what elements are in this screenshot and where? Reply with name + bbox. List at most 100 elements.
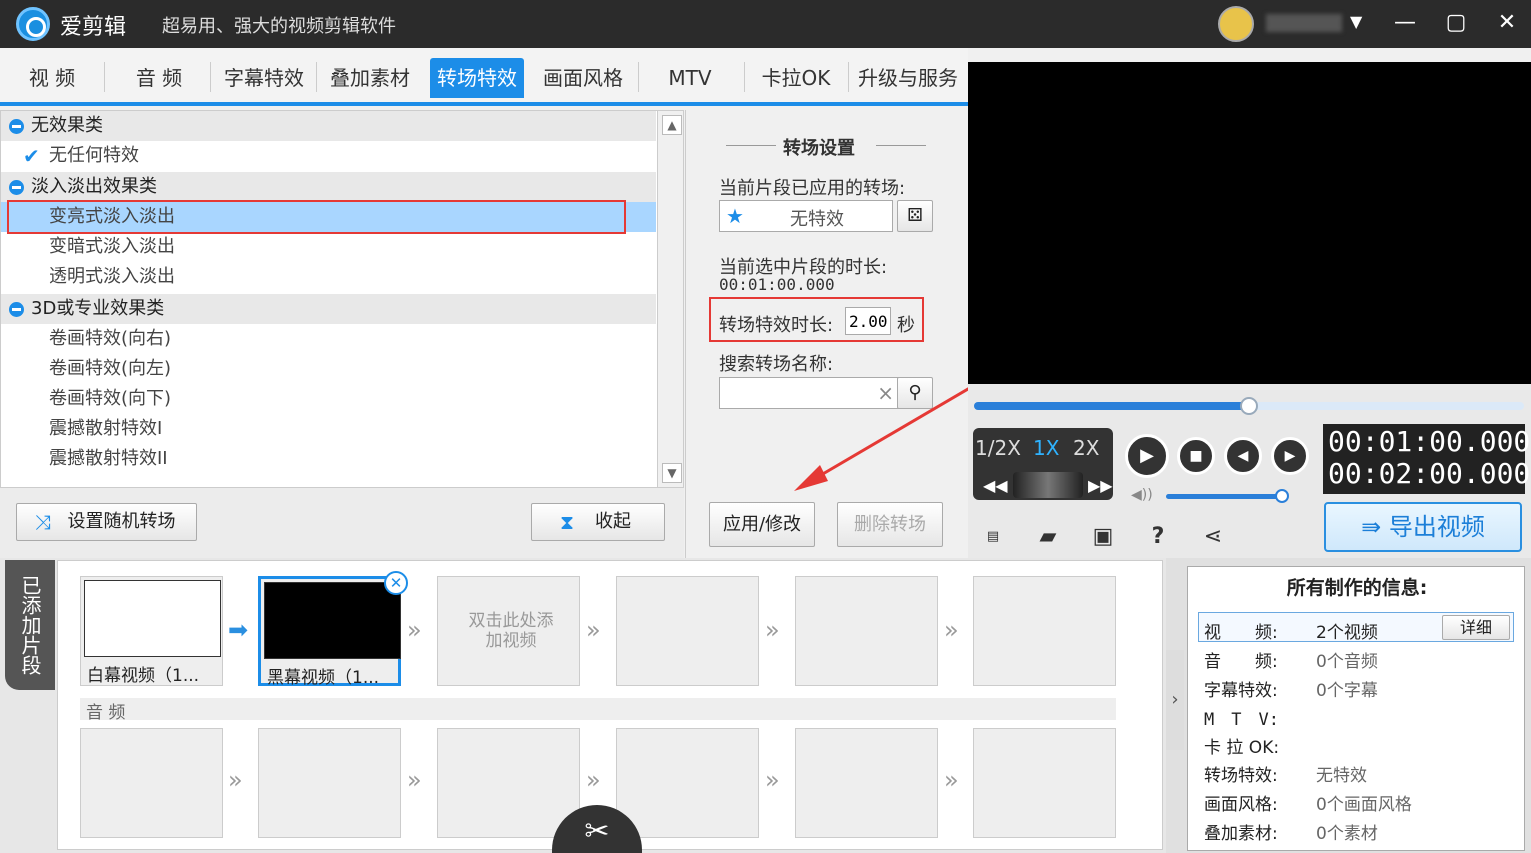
collapse-button[interactable]: ⧗ 收起 [531, 503, 665, 541]
export-video-button[interactable]: ⇛ 导出视频 [1324, 502, 1522, 552]
transition-arrow-icon[interactable]: » [586, 616, 601, 644]
open-folder-icon[interactable]: ▰ [1033, 522, 1063, 552]
volume-slider[interactable] [1166, 494, 1282, 499]
empty-clip-slot[interactable] [973, 576, 1116, 686]
video-clip-black[interactable]: 黑幕视频（1... [258, 576, 401, 688]
share-icon[interactable]: ⋖ [1198, 522, 1228, 552]
effect-item-shock-scatter-1[interactable]: 震撼散射特效I [1, 414, 656, 444]
prev-frame-icon[interactable]: ◀ [1224, 437, 1262, 475]
speed-1x-button[interactable]: 1X [1033, 436, 1059, 460]
scroll-up-icon[interactable]: ▲ [662, 115, 682, 135]
new-project-icon[interactable]: ▤ [978, 522, 1008, 552]
expand-panel-chevron-icon[interactable]: › [1166, 650, 1184, 750]
applied-transition-field: ★ 无特效 [719, 200, 893, 232]
empty-audio-slot[interactable] [795, 728, 938, 838]
transition-effect-list: 无效果类 ✔ 无任何特效 淡入淡出效果类 变亮式淡入淡出 变暗式淡入淡出 透明式淡… [0, 110, 684, 488]
user-name-blurred[interactable] [1266, 14, 1342, 32]
clip-duration-value: 00:01:00.000 [719, 275, 835, 294]
collapse-minus-icon[interactable] [9, 302, 24, 317]
transition-arrow-icon[interactable]: » [407, 616, 422, 644]
tab-mtv[interactable]: MTV [644, 58, 736, 98]
tab-picture-style[interactable]: 画面风格 [534, 58, 632, 98]
scroll-down-icon[interactable]: ▼ [662, 463, 682, 483]
collapse-minus-icon[interactable] [9, 180, 24, 195]
list-scrollbar[interactable]: ▲ ▼ [657, 111, 683, 487]
delete-transition-button[interactable]: 删除转场 [837, 502, 943, 547]
user-avatar[interactable] [1218, 6, 1254, 42]
video-clip-white[interactable]: 白幕视频（1... [80, 576, 223, 686]
random-transition-button[interactable]: ⤨ 设置随机转场 [16, 503, 197, 541]
tab-subtitle-effects[interactable]: 字幕特效 [216, 58, 312, 98]
transition-arrow-icon[interactable]: » [944, 616, 959, 644]
highlight-box-selected-effect [7, 200, 626, 234]
effect-item-transparent-fade[interactable]: 透明式淡入淡出 [1, 262, 656, 292]
apply-modify-button[interactable]: 应用/修改 [709, 502, 815, 547]
speed-2x-button[interactable]: 2X [1073, 436, 1099, 460]
tab-karaoke[interactable]: 卡拉OK [750, 58, 842, 98]
empty-clip-slot[interactable] [616, 576, 759, 686]
maximize-button[interactable]: ▢ [1441, 8, 1471, 38]
empty-audio-slot[interactable] [973, 728, 1116, 838]
effect-item-none[interactable]: ✔ 无任何特效 [1, 141, 656, 171]
tab-video[interactable]: 视 频 [12, 58, 92, 98]
minimize-button[interactable]: — [1390, 8, 1420, 38]
clip-thumbnail [84, 580, 221, 657]
category-no-effect[interactable]: 无效果类 [1, 111, 656, 141]
main-tabs: 视 频 音 频 字幕特效 叠加素材 转场特效 画面风格 MTV 卡拉OK 升级与… [0, 48, 968, 106]
checkmark-icon: ✔ [23, 144, 40, 168]
add-video-slot[interactable]: 双击此处添加视频 [437, 576, 580, 686]
info-title: 所有制作的信息: [1286, 577, 1428, 599]
hourglass-icon: ⧗ [560, 510, 575, 534]
user-menu-arrow-icon[interactable]: ▼ [1350, 12, 1362, 31]
empty-clip-slot[interactable] [795, 576, 938, 686]
stop-icon[interactable]: ■ [1177, 437, 1215, 475]
progress-fill [974, 402, 1249, 410]
clip-timeline: 白幕视频（1... ➡ 黑幕视频（1... ✕ » 双击此处添加视频 » » »… [57, 560, 1163, 853]
close-button[interactable]: ✕ [1492, 8, 1522, 38]
effect-item-roll-left[interactable]: 卷画特效(向左) [1, 354, 656, 384]
clip-arrow-icon: ➡ [228, 616, 249, 644]
shuffle-icon: ⤨ [35, 510, 51, 534]
jog-wheel[interactable] [1013, 472, 1083, 498]
project-info-panel: 所有制作的信息: 视 频: 2个视频 详细 音 频: 0个音频 字幕特效: 0个… [1166, 558, 1531, 853]
tab-transition-effects[interactable]: 转场特效 [430, 58, 524, 98]
fast-forward-icon[interactable]: ▶▶ [1088, 476, 1113, 495]
rewind-icon[interactable]: ◀◀ [983, 476, 1008, 495]
category-fade[interactable]: 淡入淡出效果类 [1, 172, 656, 202]
category-3d-pro[interactable]: 3D或专业效果类 [1, 294, 656, 324]
empty-audio-slot[interactable] [616, 728, 759, 838]
help-icon[interactable]: ? [1143, 522, 1173, 552]
list-actions: ⤨ 设置随机转场 ⧗ 收起 [0, 488, 684, 558]
save-icon[interactable]: ▣ [1088, 522, 1118, 552]
progress-knob[interactable] [1240, 397, 1258, 415]
info-detail-button[interactable]: 详细 [1442, 615, 1510, 640]
collapse-minus-icon[interactable] [9, 119, 24, 134]
added-clips-tab[interactable]: 已添加片段 [5, 560, 55, 690]
speed-half-button[interactable]: 1/2X [975, 436, 1021, 460]
effect-item-darken-fade[interactable]: 变暗式淡入淡出 [1, 232, 656, 262]
audio-arrow-icon: » [228, 766, 243, 794]
file-toolbar: ▤ ▰ ▣ ? ⋖ ⇛ 导出视频 [968, 502, 1531, 560]
remove-clip-icon[interactable]: ✕ [384, 571, 408, 595]
total-time: 00:02:00.000 [1328, 457, 1531, 490]
effect-item-roll-right[interactable]: 卷画特效(向右) [1, 324, 656, 354]
empty-audio-slot[interactable] [437, 728, 580, 838]
playback-progress-bar[interactable] [968, 384, 1531, 424]
next-frame-icon[interactable]: ▶ [1271, 437, 1309, 475]
empty-audio-slot[interactable] [80, 728, 223, 838]
tab-upgrade-service[interactable]: 升级与服务 [852, 58, 964, 98]
volume-knob[interactable] [1275, 489, 1289, 503]
info-style-value: 0个画面风格 [1316, 795, 1412, 815]
empty-audio-slot[interactable] [258, 728, 401, 838]
effect-item-shock-scatter-2[interactable]: 震撼散射特效II [1, 444, 656, 474]
current-time: 00:01:00.000 [1328, 425, 1531, 458]
dice-random-icon[interactable]: ⚄ [897, 200, 933, 232]
speed-selector: 1/2X 1X 2X ◀◀ ▶▶ [973, 428, 1113, 500]
transition-arrow-icon[interactable]: » [765, 616, 780, 644]
volume-icon[interactable]: ◀)) [1131, 487, 1153, 503]
tab-audio[interactable]: 音 频 [116, 58, 202, 98]
play-icon[interactable]: ▶ [1125, 434, 1169, 478]
tab-overlay-material[interactable]: 叠加素材 [320, 58, 420, 98]
effect-item-roll-down[interactable]: 卷画特效(向下) [1, 384, 656, 414]
title-bar: 爱剪辑 超易用、强大的视频剪辑软件 ▼ — ▢ ✕ [0, 0, 1531, 48]
